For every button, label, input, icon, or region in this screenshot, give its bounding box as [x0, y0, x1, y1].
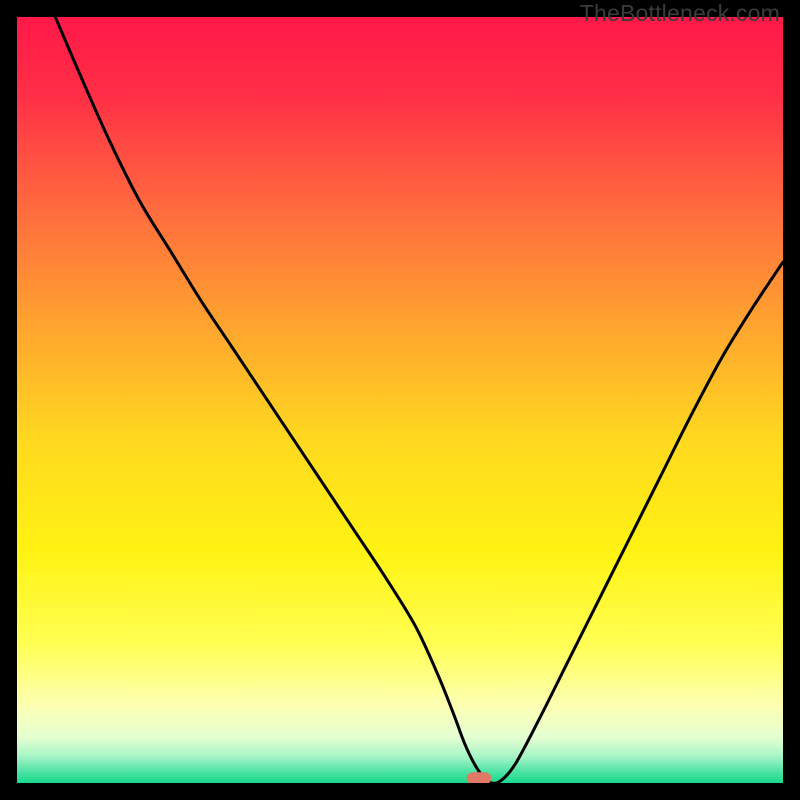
chart-background [17, 17, 783, 783]
optimal-marker [467, 772, 492, 783]
chart-frame [17, 17, 783, 783]
chart-svg [17, 17, 783, 783]
watermark-text: TheBottleneck.com [580, 0, 780, 27]
